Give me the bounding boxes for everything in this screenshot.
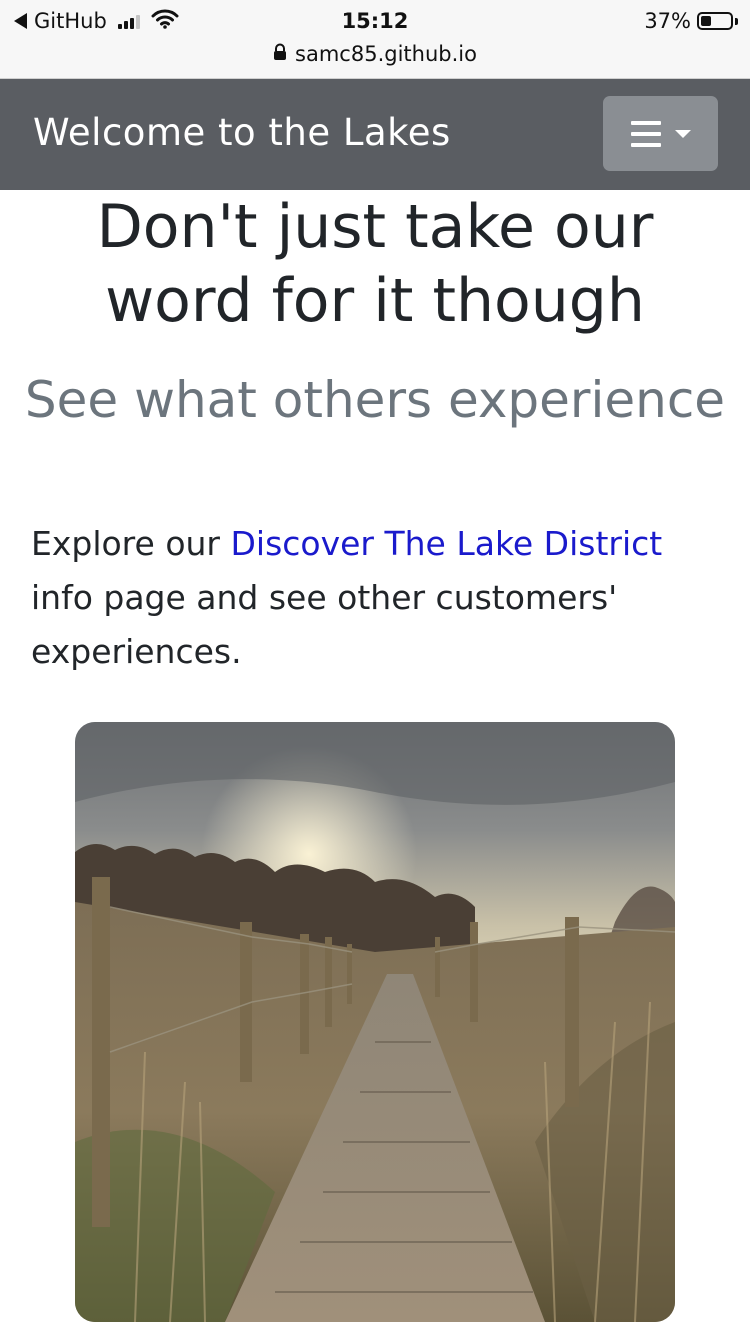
lock-icon	[273, 42, 287, 66]
caret-down-icon	[674, 129, 691, 138]
discover-lake-district-link[interactable]: Discover The Lake District	[230, 524, 662, 563]
boardwalk-photo	[75, 722, 675, 1322]
navbar-brand[interactable]: Welcome to the Lakes	[33, 111, 451, 154]
battery-icon	[697, 12, 733, 30]
navbar: Welcome to the Lakes	[0, 79, 750, 190]
battery-percent: 37%	[644, 9, 691, 33]
intro-paragraph: Explore our Discover The Lake District i…	[31, 517, 721, 679]
hamburger-menu-icon	[630, 120, 661, 147]
paragraph-text-after: info page and see other customers' exper…	[31, 578, 618, 671]
paragraph-text-before: Explore our	[31, 524, 231, 563]
page-heading: Don't just take our word for it though	[96, 192, 654, 336]
url-text: samc85.github.io	[295, 42, 477, 66]
page-subheading: See what others experience	[24, 371, 726, 429]
status-time: 15:12	[341, 9, 409, 33]
menu-toggle-button[interactable]	[603, 96, 718, 171]
address-bar[interactable]: samc85.github.io	[0, 40, 750, 68]
battery-indicator: 37%	[644, 8, 738, 34]
ios-status-bar: GitHub 15:12 37% samc85.github.io	[0, 0, 750, 79]
